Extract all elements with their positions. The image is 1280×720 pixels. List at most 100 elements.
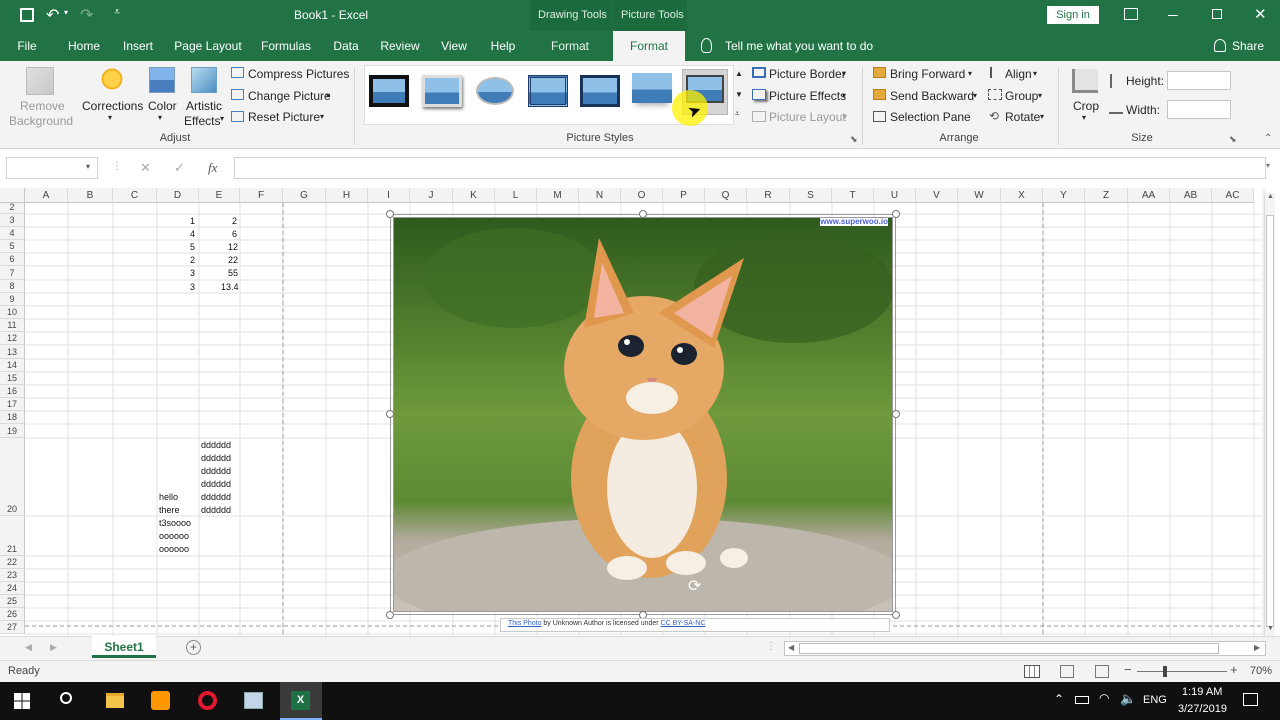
- rotate-handle-icon[interactable]: ⟳: [688, 576, 701, 596]
- tab-data[interactable]: Data: [330, 31, 362, 61]
- language-indicator[interactable]: ENG: [1143, 694, 1167, 706]
- reset-picture-button[interactable]: Reset Picture: [248, 110, 320, 124]
- scroll-left-icon[interactable]: ◀: [788, 643, 794, 652]
- bring-forward-dropdown-icon[interactable]: ▾: [968, 69, 972, 78]
- cell-d5[interactable]: 5: [190, 242, 195, 252]
- cell-e20-line[interactable]: dddddd: [201, 505, 231, 515]
- picture-effects-dropdown-icon[interactable]: ▾: [842, 91, 846, 100]
- notifications-icon[interactable]: [1243, 693, 1258, 706]
- send-backward-dropdown-icon[interactable]: ▾: [973, 91, 977, 100]
- crop-dropdown-icon[interactable]: ▾: [1082, 113, 1086, 122]
- cell-d21-line[interactable]: oooooo: [159, 531, 189, 541]
- tab-page-layout[interactable]: Page Layout: [172, 31, 244, 61]
- scroll-thumb[interactable]: [1266, 215, 1274, 627]
- picture-border-dropdown-icon[interactable]: ▾: [842, 69, 846, 78]
- minimize-icon[interactable]: [1168, 15, 1178, 16]
- excel-icon[interactable]: X: [291, 691, 310, 710]
- picture-border-button[interactable]: Picture Border: [769, 67, 846, 81]
- cell-d20-line[interactable]: hello: [159, 492, 178, 502]
- change-picture-dropdown-icon[interactable]: ▾: [326, 91, 330, 100]
- name-box[interactable]: [6, 157, 98, 179]
- undo-icon[interactable]: ↶: [46, 5, 59, 25]
- cell-e20-line[interactable]: dddddd: [201, 466, 231, 476]
- picture-styles-launcher-icon[interactable]: ⬊: [850, 134, 858, 145]
- resize-handle-nw[interactable]: [386, 210, 394, 218]
- zoom-slider[interactable]: [1137, 671, 1227, 672]
- artistic-effects-dropdown-icon[interactable]: ▾: [220, 114, 224, 123]
- tab-help[interactable]: Help: [486, 31, 520, 61]
- corrections-sun-icon[interactable]: [100, 67, 124, 91]
- cell-d21-line[interactable]: t3soooo: [159, 518, 191, 528]
- search-icon[interactable]: [60, 692, 72, 704]
- cell-e20-line[interactable]: dddddd: [201, 453, 231, 463]
- cell-e20-line[interactable]: dddddd: [201, 492, 231, 502]
- style-thumb-5[interactable]: [580, 75, 620, 107]
- cell-e7[interactable]: 55: [228, 268, 238, 278]
- sublime-text-icon[interactable]: [151, 691, 170, 710]
- cell-d6[interactable]: 2: [190, 255, 195, 265]
- style-thumb-3[interactable]: [476, 77, 514, 105]
- cell-d4[interactable]: 4: [190, 229, 195, 239]
- selection-pane-button[interactable]: Selection Pane: [890, 110, 971, 124]
- scroll-up-icon[interactable]: ▲: [1267, 193, 1274, 200]
- close-icon[interactable]: ✕: [1254, 5, 1267, 23]
- gallery-scroll-down-icon[interactable]: ▼: [735, 90, 743, 99]
- width-input[interactable]: [1167, 100, 1231, 119]
- cell-d20-line[interactable]: there: [159, 505, 180, 515]
- ribbon-display-options-icon[interactable]: [1124, 8, 1138, 20]
- windows-start-icon[interactable]: [14, 693, 30, 709]
- resize-handle-se[interactable]: [892, 611, 900, 619]
- scroll-right-icon[interactable]: ▶: [1254, 643, 1260, 652]
- crop-button[interactable]: Crop: [1073, 99, 1099, 113]
- sign-in-button[interactable]: Sign in: [1047, 6, 1099, 24]
- customize-qat-icon[interactable]: ⩡: [114, 6, 120, 19]
- align-dropdown-icon[interactable]: ▾: [1033, 69, 1037, 78]
- share-button[interactable]: Share: [1232, 39, 1264, 53]
- artistic-effects-label-1[interactable]: Artistic: [186, 99, 222, 113]
- tab-file[interactable]: File: [10, 31, 44, 61]
- resize-handle-e[interactable]: [892, 410, 900, 418]
- send-backward-button[interactable]: Send Backward: [890, 89, 974, 103]
- h-scroll-thumb[interactable]: [799, 643, 1219, 654]
- group-button[interactable]: Group: [1005, 89, 1038, 103]
- group-dropdown-icon[interactable]: ▾: [1038, 91, 1042, 100]
- tell-me-search[interactable]: Tell me what you want to do: [725, 39, 873, 53]
- show-hidden-icons-icon[interactable]: ⌃: [1054, 692, 1064, 706]
- cell-d21-line[interactable]: oooooo: [159, 544, 189, 554]
- name-box-dropdown-icon[interactable]: ▾: [86, 162, 90, 171]
- worksheet-grid[interactable]: A B C D E F G H I J K L M N O P Q R S T U V W X Y Z AA AB AC 2345678…: [0, 188, 1266, 636]
- tab-view[interactable]: View: [438, 31, 470, 61]
- gallery-more-icon[interactable]: ⩡: [735, 109, 740, 119]
- rotate-dropdown-icon[interactable]: ▾: [1040, 112, 1044, 121]
- style-thumb-6[interactable]: [632, 73, 672, 103]
- tab-review[interactable]: Review: [378, 31, 422, 61]
- style-thumb-2[interactable]: [422, 75, 462, 107]
- zoom-out-icon[interactable]: −: [1124, 662, 1132, 677]
- cell-e20-line[interactable]: dddddd: [201, 440, 231, 450]
- tab-picture-format[interactable]: Format: [613, 31, 685, 61]
- resize-handle-ne[interactable]: [892, 210, 900, 218]
- normal-view-icon[interactable]: [1024, 665, 1040, 678]
- picture-effects-button[interactable]: Picture Effects: [769, 89, 846, 103]
- caption-photo-link[interactable]: This Photo: [508, 620, 541, 627]
- collapse-ribbon-icon[interactable]: ⌃: [1264, 133, 1272, 144]
- resize-handle-sw[interactable]: [386, 611, 394, 619]
- cell-d3[interactable]: 1: [190, 216, 195, 226]
- align-button[interactable]: Align: [1005, 67, 1032, 81]
- expand-formula-icon[interactable]: ▾: [1266, 161, 1270, 170]
- restore-icon[interactable]: [1212, 9, 1222, 19]
- clock-time[interactable]: 1:19 AM: [1182, 686, 1222, 698]
- rotate-button[interactable]: Rotate: [1005, 110, 1040, 124]
- tab-formulas[interactable]: Formulas: [258, 31, 314, 61]
- save-icon[interactable]: [20, 8, 34, 22]
- corrections-dropdown-icon[interactable]: ▾: [108, 113, 112, 122]
- new-sheet-icon[interactable]: +: [186, 640, 201, 655]
- zoom-slider-thumb[interactable]: [1163, 666, 1167, 677]
- page-break-view-icon[interactable]: [1095, 665, 1109, 678]
- height-input[interactable]: [1167, 71, 1231, 90]
- resize-handle-n[interactable]: [639, 210, 647, 218]
- zoom-in-icon[interactable]: +: [1230, 662, 1238, 677]
- cell-d7[interactable]: 3: [190, 268, 195, 278]
- app-icon[interactable]: [244, 692, 263, 709]
- insert-function-icon[interactable]: fx: [208, 160, 217, 176]
